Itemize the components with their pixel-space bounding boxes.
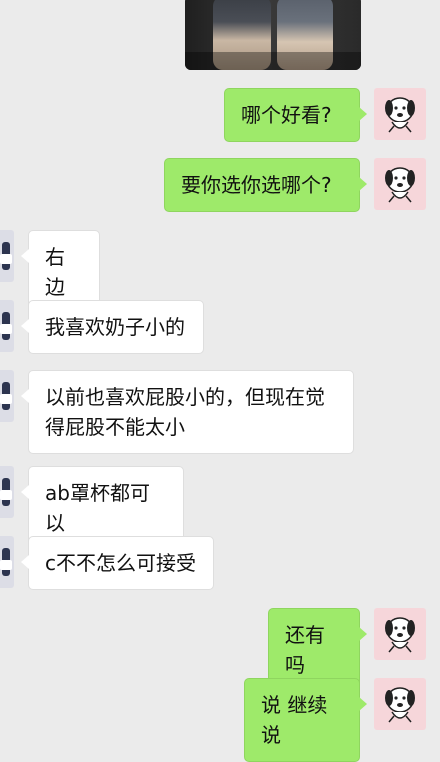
- self-avatar[interactable]: [374, 158, 426, 210]
- contact-photo-detail: [0, 324, 12, 334]
- message-bubble[interactable]: c不不怎么可接受: [21, 536, 214, 590]
- chat-window: 哪个好看? 要你选你选哪个? 右边 我喜欢奶子小的 以前也喜欢屁股小的，但现在觉…: [0, 0, 440, 762]
- message-row-incoming: 我喜欢奶子小的: [0, 300, 204, 354]
- contact-photo-detail: [0, 490, 12, 500]
- cartoon-dog-icon: [385, 97, 415, 133]
- photo-seat: [185, 52, 361, 70]
- contact-photo-detail: [0, 560, 12, 570]
- message-bubble[interactable]: 说 继续说: [244, 678, 367, 762]
- contact-photo-detail: [0, 394, 12, 404]
- cartoon-dog-icon: [385, 687, 415, 723]
- message-row-outgoing: 要你选你选哪个?: [164, 158, 426, 212]
- contact-avatar[interactable]: [0, 536, 14, 588]
- message-row-incoming: 以前也喜欢屁股小的，但现在觉得屁股不能太小: [0, 370, 354, 454]
- cartoon-dog-icon: [385, 167, 415, 203]
- contact-avatar[interactable]: [0, 230, 14, 282]
- message-bubble[interactable]: 我喜欢奶子小的: [21, 300, 204, 354]
- self-avatar[interactable]: [374, 678, 426, 730]
- message-bubble[interactable]: 以前也喜欢屁股小的，但现在觉得屁股不能太小: [21, 370, 354, 454]
- message-bubble[interactable]: 哪个好看?: [224, 88, 367, 142]
- message-row-outgoing: 哪个好看?: [224, 88, 426, 142]
- contact-avatar[interactable]: [0, 466, 14, 518]
- self-avatar[interactable]: [374, 88, 426, 140]
- contact-photo-detail: [0, 254, 12, 264]
- message-bubble[interactable]: 要你选你选哪个?: [164, 158, 367, 212]
- contact-avatar[interactable]: [0, 300, 14, 352]
- self-avatar[interactable]: [374, 608, 426, 660]
- cartoon-dog-icon: [385, 617, 415, 653]
- contact-avatar[interactable]: [0, 370, 14, 422]
- shared-photo[interactable]: [185, 0, 361, 70]
- message-row-incoming: c不不怎么可接受: [0, 536, 214, 590]
- message-row-outgoing: 说 继续说: [244, 678, 426, 762]
